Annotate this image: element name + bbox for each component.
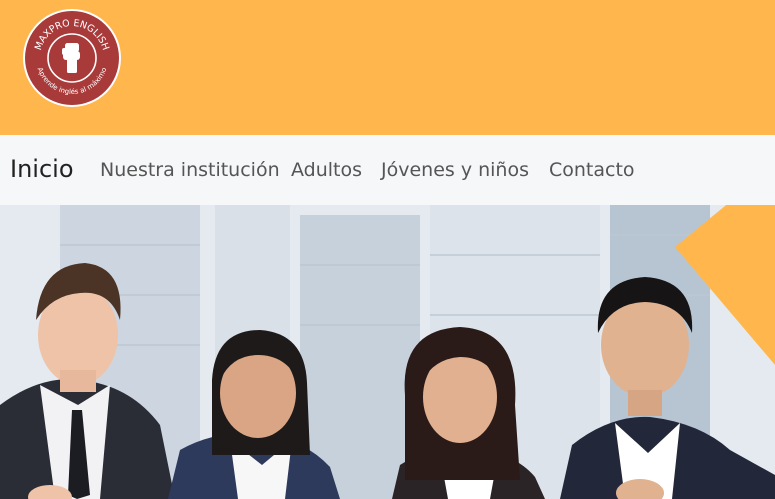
nav-item-jovenes-ninos[interactable]: Jóvenes y niños: [381, 159, 529, 181]
site-header: MAXPRO ENGLISH Aprende inglés al máximo: [0, 0, 775, 135]
nav-item-contacto[interactable]: Contacto: [549, 159, 635, 181]
people-photo-icon: [0, 205, 775, 499]
logo[interactable]: MAXPRO ENGLISH Aprende inglés al máximo: [22, 8, 122, 108]
hero-banner: [0, 205, 775, 499]
nav-item-nuestra-institucion[interactable]: Nuestra institución: [100, 159, 280, 181]
nav-brand-home[interactable]: Inicio: [10, 155, 74, 183]
main-nav: Inicio Nuestra institución Adultos Jóven…: [0, 135, 775, 205]
nav-item-adultos[interactable]: Adultos: [291, 159, 362, 181]
